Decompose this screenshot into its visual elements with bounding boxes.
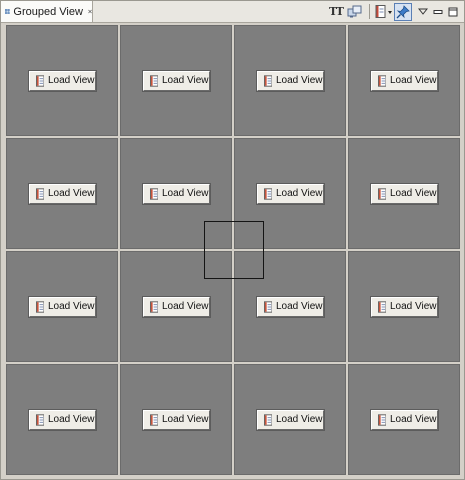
view-tab-bar: Grouped View TT bbox=[1, 1, 464, 23]
load-view-button[interactable]: Load View bbox=[369, 295, 439, 318]
load-view-button[interactable]: Load View bbox=[141, 295, 211, 318]
load-view-label: Load View bbox=[389, 301, 437, 312]
grid-view-icon bbox=[5, 9, 11, 14]
load-view-label: Load View bbox=[161, 75, 209, 86]
load-view-label: Load View bbox=[275, 301, 323, 312]
grouped-view-window: Grouped View TT Load View Load View Load… bbox=[0, 0, 465, 480]
load-view-button[interactable]: Load View bbox=[369, 69, 439, 92]
load-view-button[interactable]: Load View bbox=[141, 182, 211, 205]
load-view-button[interactable]: Load View bbox=[369, 182, 439, 205]
view-slot: Load View bbox=[6, 25, 118, 136]
document-icon bbox=[263, 187, 272, 200]
load-view-button[interactable]: Load View bbox=[255, 295, 325, 318]
view-slot: Load View bbox=[348, 25, 460, 136]
view-slot: Load View bbox=[234, 364, 346, 475]
document-icon bbox=[377, 74, 386, 87]
view-slot: Load View bbox=[6, 138, 118, 249]
load-view-button[interactable]: Load View bbox=[27, 69, 97, 92]
load-view-label: Load View bbox=[389, 75, 437, 86]
load-view-button[interactable]: Load View bbox=[141, 69, 211, 92]
load-view-label: Load View bbox=[275, 75, 323, 86]
view-slot: Load View bbox=[120, 364, 232, 475]
document-icon bbox=[263, 74, 272, 87]
load-view-button[interactable]: Load View bbox=[141, 408, 211, 431]
load-view-label: Load View bbox=[47, 75, 95, 86]
toolbar-separator bbox=[369, 4, 370, 19]
tab-title: Grouped View bbox=[13, 5, 83, 18]
load-view-label: Load View bbox=[275, 188, 323, 199]
document-icon bbox=[377, 413, 386, 426]
load-view-label: Load View bbox=[47, 301, 95, 312]
load-view-button[interactable]: Load View bbox=[255, 69, 325, 92]
view-slot: Load View bbox=[6, 251, 118, 362]
load-view-button[interactable]: Load View bbox=[27, 295, 97, 318]
document-icon bbox=[149, 187, 158, 200]
load-view-button[interactable]: Load View bbox=[369, 408, 439, 431]
view-slot: Load View bbox=[234, 138, 346, 249]
load-view-label: Load View bbox=[47, 188, 95, 199]
view-menu-icon[interactable] bbox=[415, 3, 431, 21]
view-slot: Load View bbox=[234, 251, 346, 362]
document-icon bbox=[35, 413, 44, 426]
view-slot: Load View bbox=[6, 364, 118, 475]
view-toolbar: TT bbox=[327, 1, 464, 22]
document-icon bbox=[263, 413, 272, 426]
load-view-button[interactable]: Load View bbox=[255, 408, 325, 431]
load-view-button[interactable]: Load View bbox=[255, 182, 325, 205]
load-view-label: Load View bbox=[161, 414, 209, 425]
document-icon bbox=[35, 74, 44, 87]
document-icon bbox=[35, 187, 44, 200]
document-icon bbox=[149, 300, 158, 313]
load-view-label: Load View bbox=[161, 301, 209, 312]
view-slot: Load View bbox=[120, 138, 232, 249]
view-slot: Load View bbox=[120, 25, 232, 136]
load-view-label: Load View bbox=[161, 188, 209, 199]
close-icon[interactable] bbox=[88, 7, 92, 16]
maximize-icon[interactable] bbox=[445, 3, 461, 21]
page-dropdown-icon[interactable] bbox=[374, 3, 394, 21]
document-icon bbox=[377, 187, 386, 200]
tab-grouped-view[interactable]: Grouped View bbox=[1, 1, 93, 22]
minimize-icon[interactable] bbox=[431, 3, 445, 21]
document-icon bbox=[149, 413, 158, 426]
grouped-view-grid: Load View Load View Load View Load View Load… bbox=[5, 24, 461, 478]
load-view-button[interactable]: Load View bbox=[27, 182, 97, 205]
load-view-label: Load View bbox=[275, 414, 323, 425]
pin-icon[interactable] bbox=[394, 2, 412, 21]
document-icon bbox=[263, 300, 272, 313]
sync-icon[interactable] bbox=[345, 3, 365, 21]
load-view-label: Load View bbox=[389, 188, 437, 199]
view-slot: Load View bbox=[348, 138, 460, 249]
view-slot: Load View bbox=[348, 364, 460, 475]
view-slot: Load View bbox=[234, 25, 346, 136]
load-view-label: Load View bbox=[389, 414, 437, 425]
view-slot: Load View bbox=[120, 251, 232, 362]
view-slot: Load View bbox=[348, 251, 460, 362]
document-icon bbox=[35, 300, 44, 313]
document-icon bbox=[149, 74, 158, 87]
text-size-icon[interactable]: TT bbox=[327, 3, 345, 21]
load-view-button[interactable]: Load View bbox=[27, 408, 97, 431]
document-icon bbox=[377, 300, 386, 313]
load-view-label: Load View bbox=[47, 414, 95, 425]
